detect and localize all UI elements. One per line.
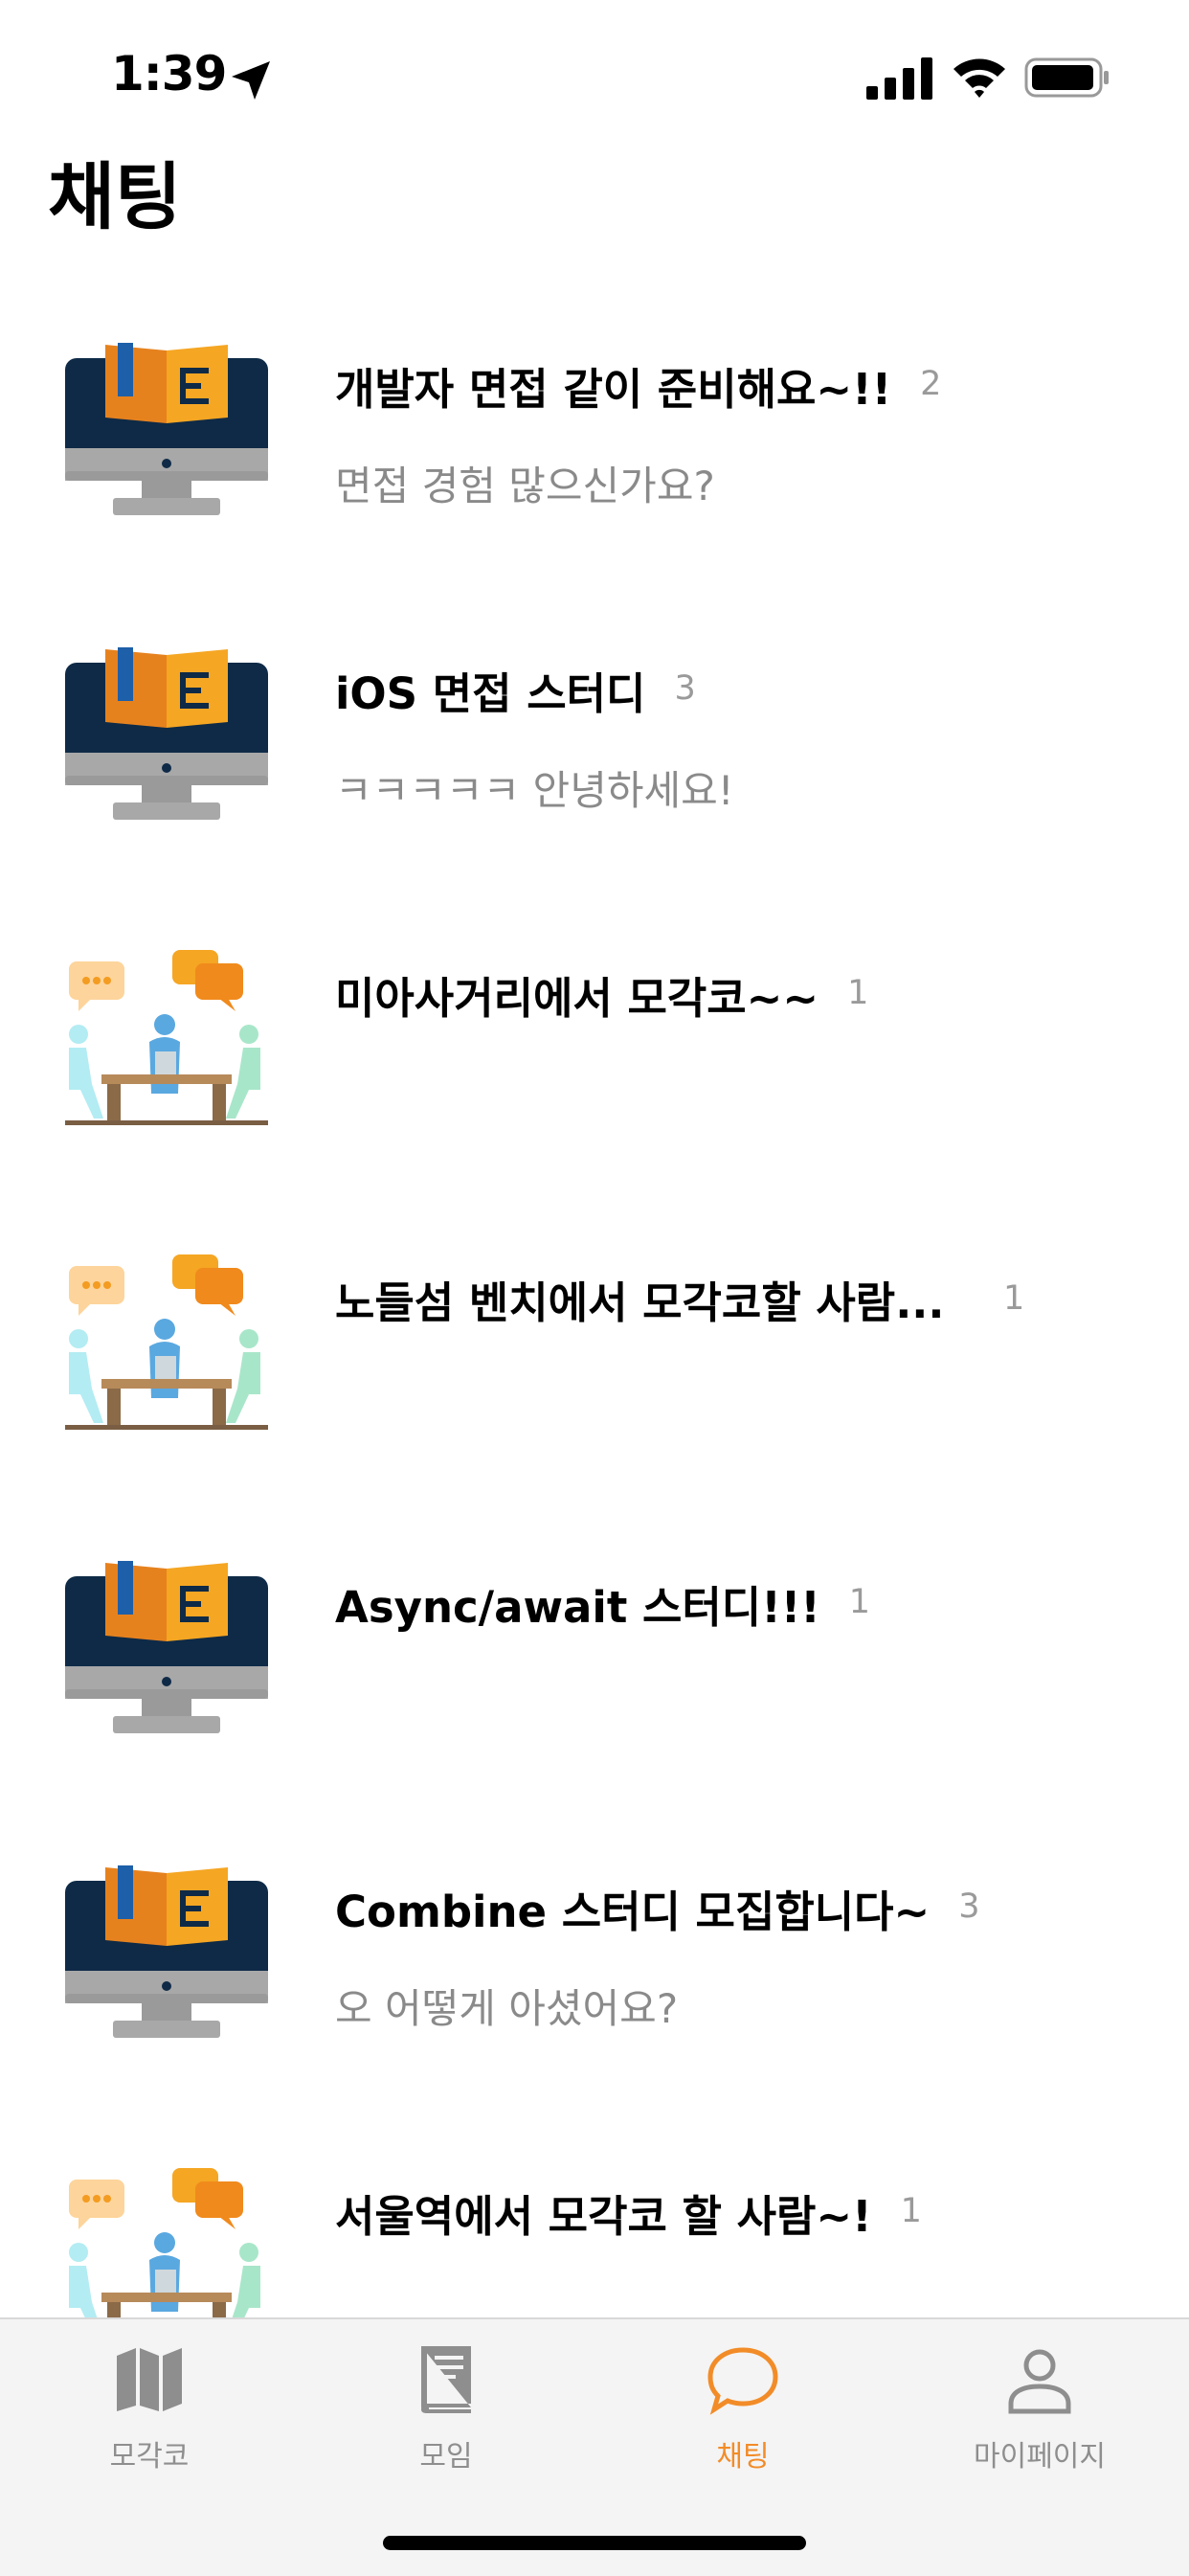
meeting-table-icon <box>65 1254 268 1431</box>
chat-room-name: Combine 스터디 모집합니다~ 3 <box>335 1877 980 1939</box>
meeting-table-icon <box>65 2168 268 2317</box>
chat-list[interactable]: 개발자 면접 같이 준비해요~!! 2 면접 경험 많으신가요? iOS 면접 스… <box>0 305 1189 2317</box>
map-icon <box>117 2348 182 2411</box>
location-arrow-icon <box>232 61 270 100</box>
chat-row[interactable]: 개발자 면접 같이 준비해요~!! 2 면접 경험 많으신가요? <box>0 305 1189 609</box>
status-bar: 1:39 <box>0 0 1189 153</box>
tab-mypage[interactable]: 마이페이지 <box>944 2333 1135 2476</box>
page-title: 채팅 <box>48 154 182 239</box>
computer-book-icon <box>65 341 268 517</box>
chat-room-name: 미아사거리에서 모각코~~ 1 <box>335 963 868 1026</box>
battery-icon <box>1024 57 1109 98</box>
tab-label: 모임 <box>419 2440 473 2474</box>
cellular-signal-icon <box>866 57 932 100</box>
tab-label: 채팅 <box>716 2440 770 2474</box>
tab-label: 마이페이지 <box>974 2440 1106 2474</box>
member-count: 1 <box>900 2192 922 2230</box>
chat-row[interactable]: iOS 면접 스터디 3 ㅋㅋㅋㅋㅋ 안녕하세요! <box>0 609 1189 914</box>
book-icon <box>421 2346 471 2413</box>
last-message: 면접 경험 많으신가요? <box>335 463 715 509</box>
chat-room-title: Combine 스터디 모집합니다~ <box>335 1887 931 1937</box>
tab-meeting[interactable]: 모임 <box>350 2333 542 2476</box>
chat-room-title: Async/await 스터디!!! <box>335 1582 820 1633</box>
chat-room-title: 서울역에서 모각코 할 사람~! <box>335 2191 872 2242</box>
wifi-icon <box>953 58 1005 98</box>
computer-book-icon <box>65 645 268 822</box>
chat-bubble-icon <box>707 2347 778 2415</box>
computer-book-icon <box>65 1559 268 1735</box>
chat-room-title: 노들섬 벤치에서 모각코할 사람... <box>335 1277 945 1328</box>
chat-room-title: iOS 면접 스터디 <box>335 668 646 719</box>
chat-room-name: iOS 면접 스터디 3 <box>335 659 696 721</box>
chat-room-name: Async/await 스터디!!! 1 <box>335 1572 870 1635</box>
chat-row[interactable]: 노들섬 벤치에서 모각코할 사람... 1 <box>0 1218 1189 1523</box>
computer-book-icon <box>65 1864 268 2040</box>
home-indicator <box>383 2536 806 2550</box>
tab-mogakco[interactable]: 모각코 <box>54 2333 245 2476</box>
chat-row[interactable]: Async/await 스터디!!! 1 <box>0 1523 1189 1827</box>
member-count: 3 <box>674 669 696 708</box>
chat-row[interactable]: Combine 스터디 모집합니다~ 3 오 어떻게 아셨어요? <box>0 1827 1189 2132</box>
tab-bar: 모각코 모임 채팅 마이페이지 <box>0 2317 1189 2576</box>
chat-row[interactable]: 미아사거리에서 모각코~~ 1 <box>0 914 1189 1218</box>
member-count: 2 <box>920 365 942 403</box>
status-time: 1:39 <box>111 46 227 102</box>
chat-room-title: 개발자 면접 같이 준비해요~!! <box>335 364 892 415</box>
member-count: 1 <box>847 974 869 1012</box>
last-message: 오 어떻게 아셨어요? <box>335 1985 679 2032</box>
member-count: 1 <box>1003 1279 1025 1318</box>
person-icon <box>1008 2349 1071 2414</box>
tab-label: 모각코 <box>109 2440 190 2474</box>
member-count: 3 <box>958 1887 980 1926</box>
chat-room-name: 개발자 면접 같이 준비해요~!! 2 <box>335 354 941 417</box>
meeting-table-icon <box>65 950 268 1126</box>
member-count: 1 <box>848 1583 871 1621</box>
last-message: ㅋㅋㅋㅋㅋ 안녕하세요! <box>335 767 734 814</box>
chat-room-name: 서울역에서 모각코 할 사람~! 1 <box>335 2181 922 2244</box>
chat-row[interactable]: 서울역에서 모각코 할 사람~! 1 <box>0 2132 1189 2317</box>
tab-chat[interactable]: 채팅 <box>647 2333 839 2476</box>
chat-room-title: 미아사거리에서 모각코~~ <box>335 973 819 1024</box>
chat-room-name: 노들섬 벤치에서 모각코할 사람... <box>335 1268 945 1330</box>
